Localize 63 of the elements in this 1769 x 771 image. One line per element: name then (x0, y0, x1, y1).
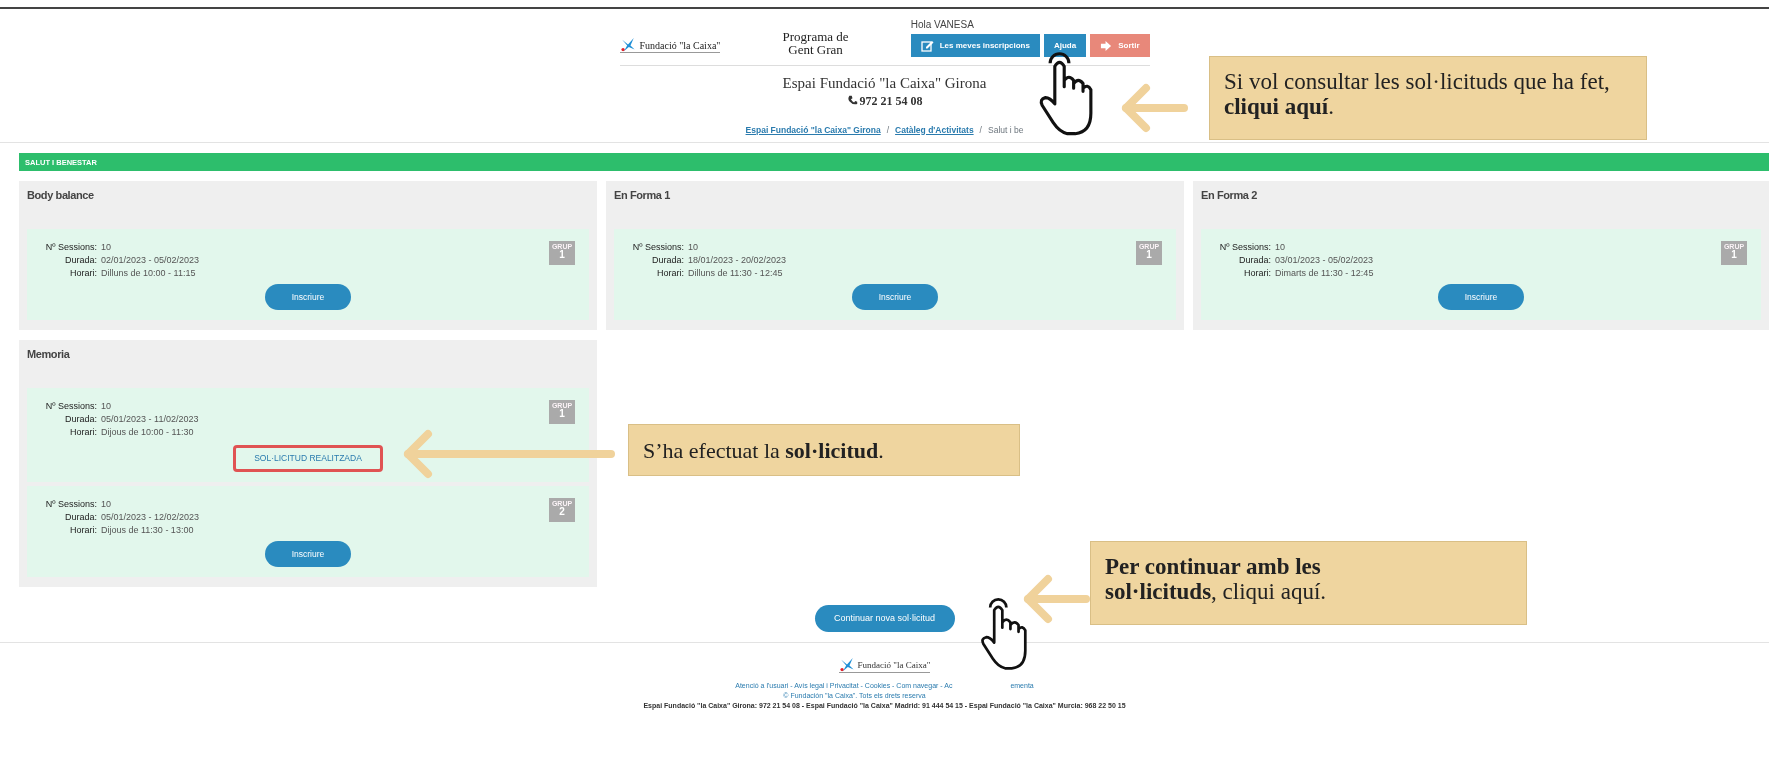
field-label: Durada: (63, 511, 97, 524)
edit-icon (920, 39, 934, 52)
program-title: Programa de Gent Gran (782, 29, 849, 57)
field-value: 18/01/2023 - 20/02/2023 (688, 254, 787, 268)
greeting-text: Hola VANESA (910, 18, 975, 32)
continue-button[interactable]: Continuar nova sol·licitud (814, 605, 955, 632)
field-value: 02/01/2023 - 05/02/2023 (101, 254, 200, 268)
field-value: Dilluns de 11:30 - 12:45 (688, 267, 783, 281)
breadcrumb-separator: / (886, 123, 890, 137)
field-value: 05/01/2023 - 12/02/2023 (101, 511, 200, 524)
field-label: Horari: (656, 267, 684, 281)
field-label: Horari: (1243, 267, 1271, 281)
field-value: 10 (101, 400, 111, 414)
field-label: Nº Sessions: (631, 241, 684, 255)
star-logo-icon (619, 38, 636, 52)
field-label: Nº Sessions: (44, 498, 97, 511)
field-label: Durada: (63, 413, 97, 427)
logo-text: Fundació "la Caixa" (857, 660, 931, 670)
breadcrumb-link[interactable]: Espai Fundació "la Caixa" Girona (745, 123, 881, 137)
header-button[interactable]: Sortir (1090, 34, 1150, 57)
field-value: Dijous de 11:30 - 13:00 (101, 524, 194, 537)
field-label: Durada: (63, 254, 97, 268)
phone-icon (846, 95, 858, 106)
field-label: Nº Sessions: (44, 241, 97, 255)
breadcrumb-link[interactable]: Catàleg d'Activitats (895, 123, 974, 137)
field-value: 10 (688, 241, 698, 255)
callout-note: Per continuar amb les sol·licituds, cliqui aquí. (1090, 541, 1527, 625)
field-value: Dijous de 10:00 - 11:30 (101, 426, 194, 440)
logo-text: Fundació "la Caixa" (639, 39, 721, 51)
field-label: Horari: (69, 426, 97, 440)
phone-number: 972 21 54 08 (859, 92, 923, 110)
request-status: SOL·LICITUD REALITZADA (233, 445, 383, 472)
field-value: 10 (101, 498, 111, 511)
breadcrumb-separator: / (979, 123, 982, 137)
field-value: Dimarts de 11:30 - 12:45 (1275, 267, 1374, 281)
field-label: Nº Sessions: (44, 400, 97, 414)
activity-title: Body balance (27, 188, 95, 204)
field-value: 10 (101, 241, 111, 255)
enroll-button[interactable]: Inscriure (852, 284, 938, 311)
field-label: Durada: (1237, 254, 1271, 268)
star-logo-icon (838, 658, 855, 672)
field-value: 05/01/2023 - 11/02/2023 (101, 413, 199, 427)
activity-title: En Forma 2 (1201, 188, 1258, 204)
exit-icon (1100, 39, 1113, 52)
field-label: Horari: (69, 524, 97, 537)
header-button[interactable]: Ajuda (1043, 34, 1087, 57)
field-value: 10 (1275, 241, 1285, 255)
activity-title: Memoria (27, 347, 71, 363)
field-label: Nº Sessions: (1218, 241, 1271, 255)
callout-note: Si vol consultar les sol·licituds que ha fet, cliqui aquí. (1209, 56, 1647, 140)
field-value: 03/01/2023 - 05/02/2023 (1275, 254, 1374, 268)
enroll-button[interactable]: Inscriure (265, 541, 351, 567)
enroll-button[interactable]: Inscriure (1438, 284, 1524, 311)
callout-note: S’ha efectuat la sol·licitud. (628, 424, 1020, 476)
pointing-hand-icon (978, 598, 1028, 671)
field-value: Dilluns de 10:00 - 11:15 (101, 267, 196, 281)
activity-title: En Forma 1 (614, 188, 671, 204)
header-button[interactable]: Les meves inscripcions (910, 34, 1040, 57)
centre-name: Espai Fundació "la Caixa" Girona (781, 75, 988, 92)
field-label: Horari: (69, 267, 97, 281)
enroll-button[interactable]: Inscriure (265, 284, 351, 311)
breadcrumb-current: Salut i be (988, 123, 1024, 137)
field-label: Durada: (650, 254, 684, 268)
